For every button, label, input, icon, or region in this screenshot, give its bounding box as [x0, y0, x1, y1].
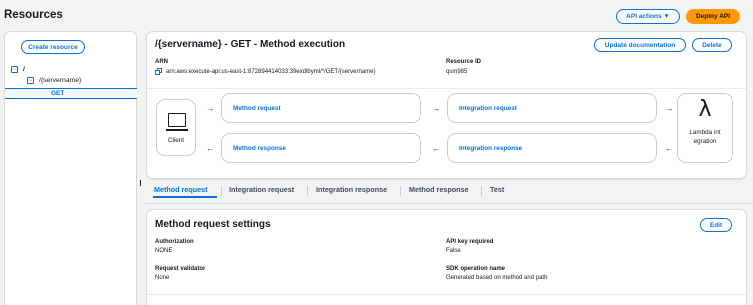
tab-integration-response[interactable]: Integration response: [316, 185, 387, 194]
arrow-left-icon: ←: [206, 143, 215, 153]
panel-resize-handle[interactable]: [140, 180, 141, 186]
arn-value: arn:aws:execute-api:us-east-1:8728944140…: [166, 68, 376, 75]
integration-response-link[interactable]: Integration response: [447, 133, 657, 163]
lambda-node: λ Lambda integration: [677, 93, 733, 163]
sdk-label: SDK operation name: [446, 266, 506, 272]
computer-icon: [168, 113, 186, 127]
validator-value: None: [155, 275, 170, 281]
tree-item-label: /: [23, 66, 25, 73]
api-key-label: API key required: [446, 239, 494, 245]
lambda-icon: λ: [698, 97, 712, 122]
tree-item-get-method[interactable]: GET: [5, 88, 137, 99]
update-documentation-button[interactable]: Update documentation: [594, 38, 686, 52]
divider: [147, 88, 746, 89]
divider: [147, 294, 746, 295]
tab-method-response[interactable]: Method response: [409, 185, 469, 194]
sdk-value: Generated based on method and path: [446, 275, 548, 281]
copy-icon[interactable]: [155, 68, 162, 75]
arrow-right-icon: →: [665, 103, 674, 113]
computer-icon-base: [166, 129, 188, 131]
api-key-value: False: [446, 248, 461, 254]
tab-separator: [221, 186, 222, 196]
arrow-left-icon: ←: [665, 143, 674, 153]
deploy-api-button[interactable]: Deploy API: [686, 9, 740, 24]
method-title: /{servername} - GET - Method execution: [155, 39, 346, 50]
collapse-icon[interactable]: −: [27, 77, 34, 84]
method-request-settings-card: Method request settings Edit Authorizati…: [146, 209, 747, 305]
client-node: Client: [156, 99, 196, 156]
tab-separator: [400, 186, 401, 196]
tab-test[interactable]: Test: [490, 185, 504, 194]
arrow-right-icon: →: [206, 103, 215, 113]
authorization-value: NONE: [155, 248, 173, 254]
integration-request-link[interactable]: Integration request: [447, 93, 657, 123]
method-request-link[interactable]: Method request: [221, 93, 421, 123]
arn-value-row: arn:aws:execute-api:us-east-1:8728944140…: [155, 68, 375, 75]
tree-item-root[interactable]: − /: [11, 66, 25, 73]
validator-label: Request validator: [155, 266, 206, 272]
edit-button[interactable]: Edit: [700, 218, 732, 232]
authorization-label: Authorization: [155, 239, 194, 245]
tree-item-label: /{servername}: [39, 77, 82, 84]
top-bar: Resources API actions ▼ Deploy API: [0, 0, 753, 30]
method-execution-card: /{servername} - GET - Method execution U…: [146, 31, 747, 179]
resource-id-label: Resource ID: [446, 59, 482, 65]
tab-separator: [307, 186, 308, 196]
resource-tree-panel: Create resource − / − /{servername}: [4, 31, 137, 305]
tab-integration-request[interactable]: Integration request: [229, 185, 294, 194]
tree-item-servername[interactable]: − /{servername}: [27, 77, 81, 84]
resource-id-value: qsm985: [446, 69, 468, 75]
tabs-divider: [145, 203, 753, 204]
page-title: Resources: [4, 9, 63, 21]
arrow-right-icon: →: [432, 103, 441, 113]
client-label: Client: [167, 137, 185, 144]
method-response-link[interactable]: Method response: [221, 133, 421, 163]
lambda-label: Lambda integration: [689, 129, 721, 145]
collapse-icon[interactable]: −: [11, 66, 18, 73]
create-resource-button[interactable]: Create resource: [21, 40, 85, 54]
tab-separator: [481, 186, 482, 196]
api-actions-button[interactable]: API actions ▼: [616, 9, 680, 24]
arn-label: ARN: [155, 59, 168, 65]
method-tabs: Method request Integration request Integ…: [145, 185, 753, 200]
delete-button[interactable]: Delete: [692, 38, 732, 52]
active-tab-indicator: [153, 196, 217, 198]
settings-title: Method request settings: [155, 219, 271, 230]
tab-method-request[interactable]: Method request: [154, 185, 208, 194]
arrow-left-icon: ←: [432, 143, 441, 153]
